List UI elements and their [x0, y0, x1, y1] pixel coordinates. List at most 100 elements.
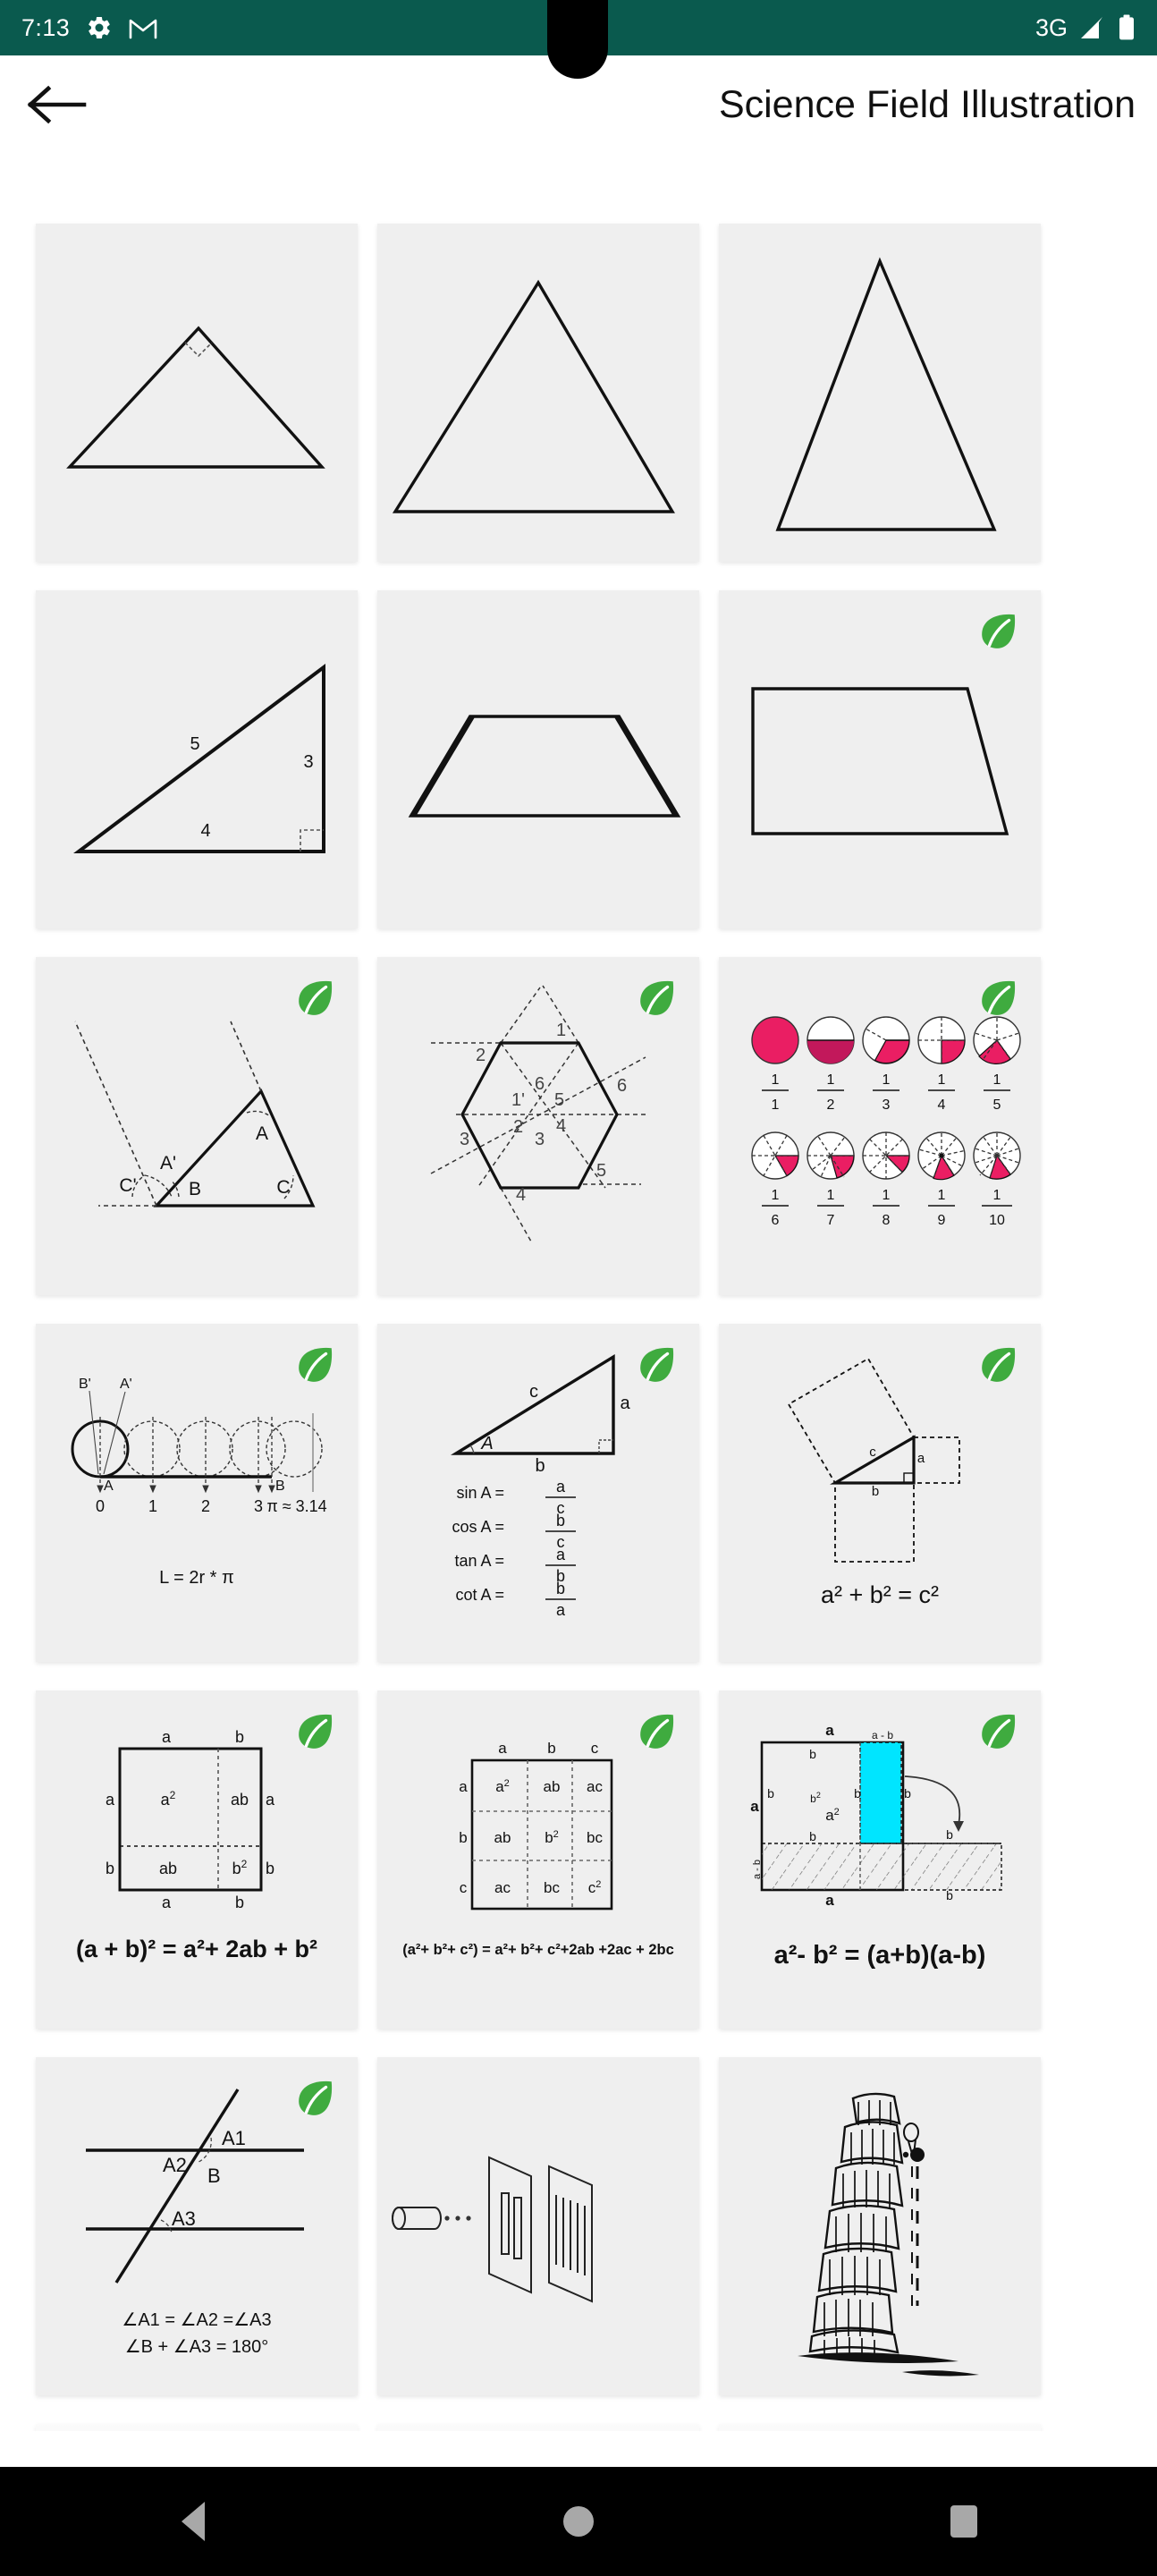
trig-formula-num: a: [556, 1546, 566, 1563]
card-trigonometry-ratios[interactable]: c a A b sin A = a c cos A = b c tan A =: [377, 1324, 699, 1662]
tick-label-pi: π ≈ 3.14: [266, 1497, 326, 1515]
dos-b-sq: b2: [810, 1791, 821, 1805]
grid-row: A A' B C C' 1 2 3 4 5 6 1' 2 3 4 5 6 1 1…: [0, 957, 1157, 1295]
label-B-prime: B': [79, 1377, 91, 1392]
illustration-grid[interactable]: 5 3 4 A A' B C C' 1 2 3 4 5 6 1' 2 3 4 5…: [0, 154, 1157, 2431]
trin-row-a: a: [459, 1778, 468, 1795]
hexagon-label-3: 3: [460, 1130, 469, 1149]
trin-cell: ac: [587, 1778, 603, 1795]
dos-left-a: a: [750, 1798, 759, 1815]
status-bar-right: 3G: [1035, 14, 1136, 42]
card-isosceles-tall-triangle[interactable]: [719, 224, 1041, 562]
card-right-triangle-345[interactable]: 5 3 4: [36, 590, 358, 928]
signal-icon: [1079, 15, 1106, 40]
hexagon-label-1p: 1': [511, 1090, 525, 1110]
dos-a-sq: a2: [825, 1807, 840, 1824]
gear-icon: [86, 14, 113, 41]
trig-label-c: c: [529, 1382, 538, 1402]
fraction-num: 1: [772, 1072, 780, 1088]
caption-angles-2: ∠B + ∠A3 = 180°: [125, 2337, 269, 2357]
fraction-den: 2: [827, 1097, 835, 1113]
sos-cell-ab1: ab: [231, 1791, 249, 1809]
leaf-icon: [295, 977, 336, 1018]
card-placeholder[interactable]: [36, 2424, 358, 2431]
leaf-icon: [978, 1343, 1019, 1385]
trin-cell: a2: [495, 1778, 510, 1795]
card-fraction-circles[interactable]: 1 1 1 2 1 3 1 4 1 5 1 6 1 7 1 8 1 9 1 10: [719, 957, 1041, 1295]
equilateral-triangle-figure: [392, 279, 675, 513]
sos-cell-ab2: ab: [159, 1860, 177, 1877]
nav-recents-button[interactable]: [874, 2467, 1053, 2576]
angle-A2-label: A2: [163, 2154, 187, 2176]
back-button[interactable]: [13, 62, 98, 148]
grid-row: a b a ab a b ab b a b a2 b2 (a + b)² = a…: [0, 1690, 1157, 2029]
leaf-icon: [978, 1710, 1019, 1751]
dos-top-ab: a - b: [872, 1729, 893, 1741]
leaf-icon: [295, 1343, 336, 1385]
leaf-icon: [637, 1343, 678, 1385]
card-difference-of-squares[interactable]: a a - b b b a b b b b b a b2 a2 a - b a²…: [719, 1690, 1041, 2029]
sos-left-b: b: [106, 1860, 114, 1877]
dos-b6: b: [946, 1827, 953, 1842]
tick-label-0: 0: [96, 1497, 105, 1515]
card-right-trapezoid[interactable]: [719, 590, 1041, 928]
nav-back-button[interactable]: [104, 2467, 283, 2576]
sos-right-b: b: [266, 1860, 274, 1877]
trin-cell: b2: [545, 1829, 559, 1846]
obtuse-right-triangle-figure: [66, 326, 325, 469]
card-obtuse-right-triangle[interactable]: [36, 224, 358, 562]
card-isosceles-trapezoid[interactable]: [377, 590, 699, 928]
hexagon-label-4: 4: [516, 1185, 526, 1205]
trin-col-a: a: [498, 1740, 507, 1757]
leaf-icon: [295, 1710, 336, 1751]
isosceles-tall-triangle-figure: [775, 257, 997, 531]
trin-cell: c2: [588, 1879, 602, 1896]
angle-A3-label: A3: [172, 2207, 196, 2230]
fraction-den: 10: [989, 1213, 1005, 1228]
status-bar-left: 7:13: [21, 14, 157, 42]
sos-cell-a2: a2: [161, 1789, 176, 1809]
system-nav-bar: [0, 2467, 1157, 2576]
hexagon-label-2: 2: [476, 1046, 486, 1065]
trin-cell: ab: [544, 1778, 561, 1795]
fraction-den: 3: [883, 1097, 891, 1113]
card-parallel-lines-angles[interactable]: A1 A2 B A3 ∠A1 = ∠A2 =∠A3 ∠B + ∠A3 = 180…: [36, 2057, 358, 2395]
card-leaning-tower-of-pisa[interactable]: [719, 2057, 1041, 2395]
angle-label-C: C: [276, 1177, 290, 1198]
recents-square-icon: [950, 2505, 978, 2538]
card-equilateral-triangle[interactable]: [377, 224, 699, 562]
pyth-label-a: a: [917, 1451, 925, 1466]
trig-label-b: b: [535, 1456, 545, 1476]
card-light-diffraction[interactable]: [377, 2057, 699, 2395]
grid-row: [0, 224, 1157, 562]
trig-formula-num: b: [556, 1580, 565, 1597]
card-placeholder[interactable]: [377, 2424, 699, 2431]
trig-formula-name: cos A =: [452, 1518, 504, 1536]
card-square-of-sum[interactable]: a b a ab a b ab b a b a2 b2 (a + b)² = a…: [36, 1690, 358, 2029]
card-circle-circumference[interactable]: B' A' A B 0 1 2 3 π ≈ 3.14 L = 2r * π: [36, 1324, 358, 1662]
trin-cell: ac: [494, 1879, 511, 1896]
status-clock: 7:13: [21, 13, 71, 41]
hexagon-label-6: 6: [617, 1076, 627, 1096]
card-pythagorean-theorem[interactable]: c a b a² + b² = c²: [719, 1324, 1041, 1662]
trig-formula-num: b: [556, 1512, 565, 1530]
nav-home-button[interactable]: [489, 2467, 668, 2576]
card-hexagon-angles[interactable]: 1 2 3 4 5 6 1' 2 3 4 5 6: [377, 957, 699, 1295]
card-square-of-trinomial[interactable]: a b c a b c a2 ab ac ab b2 bc ac bc c2 (…: [377, 1690, 699, 2029]
isosceles-trapezoid-figure: [408, 715, 681, 818]
fraction-num: 1: [883, 1188, 891, 1203]
angle-A1-label: A1: [222, 2127, 246, 2149]
angle-label-C-prime: C': [119, 1175, 136, 1196]
caption-square-of-sum: (a + b)² = a²+ 2ab + b²: [76, 1936, 317, 1962]
trin-cell: ab: [494, 1829, 511, 1846]
hexagon-label-1: 1: [556, 1021, 566, 1040]
card-exterior-angles-triangle[interactable]: A A' B C C': [36, 957, 358, 1295]
trin-col-c: c: [591, 1740, 599, 1757]
label-B: B: [275, 1479, 285, 1494]
card-placeholder[interactable]: [719, 2424, 1041, 2431]
dos-b2: b: [767, 1786, 774, 1801]
caption-difference-of-squares: a²- b² = (a+b)(a-b): [774, 1941, 986, 1970]
pyth-label-b: b: [872, 1484, 879, 1499]
trig-formula-den: a: [556, 1601, 566, 1619]
sos-left-a: a: [106, 1791, 115, 1809]
